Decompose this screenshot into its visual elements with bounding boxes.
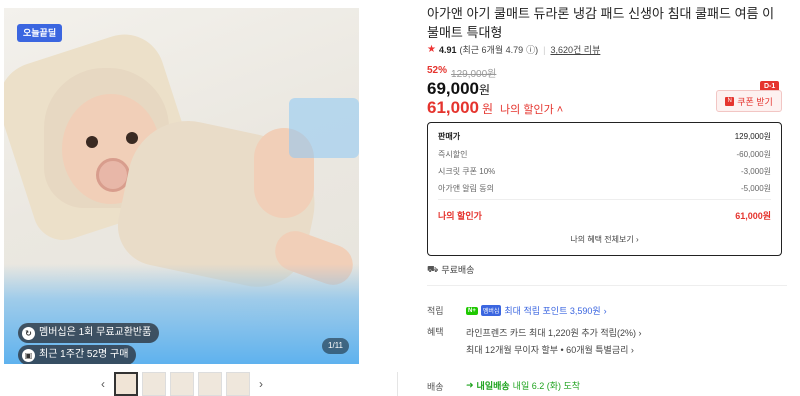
benefit-label: 혜택 — [427, 327, 444, 337]
points-row[interactable]: N+ 멤버십 최대 적립 포인트 3,590원 › — [466, 304, 607, 317]
benefit-list: 라인프렌즈 카드 최대 1,220원 추가 적립(2%) › 최대 12개월 무… — [466, 325, 641, 359]
today-deal-badge: 오늘끝딜 — [17, 24, 63, 42]
truck-icon: ⛟ — [427, 263, 439, 274]
breakdown-header: 판매가 129,000원 — [438, 131, 771, 142]
thumbnail-3[interactable] — [170, 372, 194, 396]
my-price-unit: 원 — [482, 102, 494, 116]
original-price: 129,000원 — [451, 69, 497, 80]
discount-row: 52% 129,000원 — [427, 65, 496, 80]
coupon-icon: N — [725, 96, 735, 106]
promo-free-return: ↻ 멤버십은 1회 무료교환반품 — [18, 323, 160, 343]
breakdown-row: 아가앤 알림 동의 -5,000원 — [438, 183, 771, 194]
chevron-right-icon: › — [638, 328, 642, 338]
promo-recent-buyers: ▣ 최근 1주간 52명 구매 — [18, 345, 137, 364]
bag-icon: ▣ — [22, 348, 35, 362]
breakdown-my-price-label: 나의 할인가 — [438, 211, 482, 221]
refresh-icon: ↻ — [22, 326, 35, 340]
rating-detail: (최근 6개월 4.79 — [459, 45, 524, 55]
delivery-arrow-icon: ➜ — [466, 380, 474, 390]
product-title: 아가앤 아기 쿨매트 듀라론 냉감 패드 신생아 침대 쿨패드 여름 이불매트 … — [427, 6, 775, 40]
info-icon[interactable]: ⓘ) — [526, 43, 538, 56]
section-divider — [427, 285, 787, 286]
rating-score: 4.91 — [438, 44, 457, 55]
chevron-right-icon: › — [603, 305, 607, 316]
promo-recent-buyers-text: 최근 1주간 52명 구매 — [39, 349, 129, 360]
breakdown-my-price: 나의 할인가 61,000원 — [438, 209, 771, 222]
my-price-toggle[interactable]: 나의 할인가 ˄ — [500, 101, 563, 117]
points-value: 최대 적립 포인트 3,590원 — [504, 306, 601, 316]
breakdown-row: 시크릿 쿠폰 10% -3,000원 — [438, 166, 771, 177]
breakdown-row-value: -3,000원 — [740, 167, 771, 176]
chevron-up-icon: ˄ — [556, 104, 564, 116]
thumbnail-strip: ‹ › — [96, 372, 268, 396]
chevron-left-icon[interactable]: ‹ — [96, 377, 110, 391]
view-all-benefits-label: 나의 혜택 전체보기 — [570, 235, 634, 244]
benefit-installment-text: 최대 12개월 무이자 할부 • 60개월 특별금리 — [466, 345, 629, 355]
breakdown-row-label: 즉시할인 — [438, 150, 468, 159]
promo-free-return-text: 멤버십은 1회 무료교환반품 — [39, 327, 152, 338]
breakdown-row-label: 시크릿 쿠폰 10% — [438, 167, 496, 176]
free-shipping-text: 무료배송 — [441, 265, 475, 275]
delivery-date: 내일 6.2 (화) 도착 — [512, 381, 581, 391]
breakdown-row-value: -60,000원 — [736, 150, 772, 159]
coupon-button[interactable]: N 쿠폰 받기 — [716, 90, 782, 112]
free-shipping: ⛟ 무료배송 — [427, 263, 474, 276]
thumbnail-5[interactable] — [226, 372, 250, 396]
my-price: 61,000 원 나의 할인가 ˄ — [427, 98, 563, 118]
breakdown-header-label: 판매가 — [438, 132, 461, 141]
chevron-right-icon: › — [630, 345, 634, 355]
benefit-installment[interactable]: 최대 12개월 무이자 할부 • 60개월 특별금리 › — [466, 342, 641, 359]
coupon-button-label: 쿠폰 받기 — [737, 96, 773, 107]
ice-cubes-decoration — [289, 98, 359, 158]
breakdown-divider — [438, 199, 771, 200]
delivery-label: 배송 — [427, 382, 444, 392]
rating-row: ★ 4.91 (최근 6개월 4.79 ⓘ) | 3,620건 리뷰 — [427, 43, 600, 56]
divider — [397, 372, 398, 396]
thumbnail-2[interactable] — [142, 372, 166, 396]
discount-percent: 52% — [427, 65, 448, 76]
delivery-row: ➜ 내일배송 내일 6.2 (화) 도착 — [466, 379, 580, 392]
benefit-card[interactable]: 라인프렌즈 카드 최대 1,220원 추가 적립(2%) › — [466, 325, 641, 342]
sale-price-unit: 원 — [479, 83, 491, 97]
breakdown-row-value: -5,000원 — [740, 184, 771, 193]
npay-icon: N+ — [466, 306, 478, 315]
baby-eye-right — [126, 132, 138, 144]
breakdown-my-price-value: 61,000원 — [735, 211, 771, 221]
view-all-benefits-link[interactable]: 나의 혜택 전체보기 › — [428, 234, 781, 245]
thumbnail-4[interactable] — [198, 372, 222, 396]
my-price-value: 61,000 — [427, 98, 479, 117]
product-main-image[interactable]: 오늘끝딜 ↻ 멤버십은 1회 무료교환반품 ▣ 최근 1주간 52명 구매 1/… — [4, 8, 359, 364]
rating-separator: | — [543, 44, 546, 55]
thumbnail-1[interactable] — [114, 372, 138, 396]
breakdown-header-value: 129,000원 — [734, 132, 771, 141]
star-icon: ★ — [427, 44, 436, 55]
points-label: 적립 — [427, 306, 444, 316]
review-count-link[interactable]: 3,620건 리뷰 — [550, 43, 600, 56]
delivery-badge: 내일배송 — [476, 381, 510, 391]
benefit-card-text: 라인프렌즈 카드 최대 1,220원 추가 적립(2%) — [466, 328, 636, 338]
chevron-right-icon: › — [635, 235, 639, 244]
chevron-right-icon[interactable]: › — [254, 377, 268, 391]
sale-price: 69,000원 — [427, 79, 490, 99]
image-counter: 1/11 — [322, 338, 349, 354]
sale-price-value: 69,000 — [427, 79, 479, 98]
price-breakdown-box: 판매가 129,000원 즉시할인 -60,000원 시크릿 쿠폰 10% -3… — [427, 122, 782, 256]
breakdown-row-label: 아가앤 알림 동의 — [438, 184, 494, 193]
breakdown-row: 즉시할인 -60,000원 — [438, 149, 771, 160]
baby-eye-left — [86, 136, 98, 148]
membership-icon: 멤버십 — [480, 305, 502, 316]
my-price-label: 나의 할인가 — [500, 104, 554, 116]
